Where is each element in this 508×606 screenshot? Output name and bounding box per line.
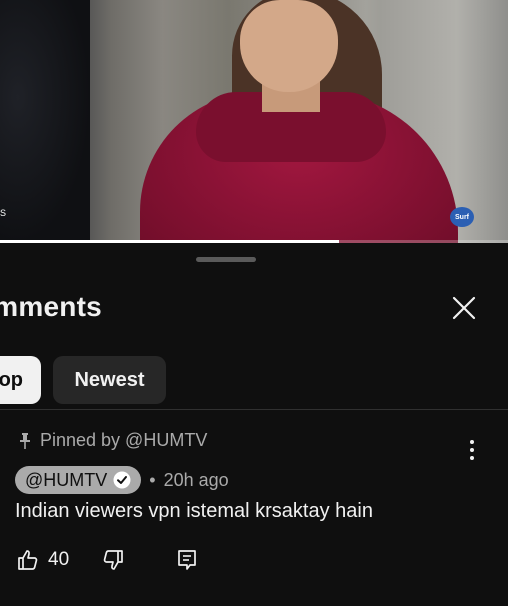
- like-count: 40: [48, 549, 70, 570]
- filter-chip-newest-label: Newest: [74, 368, 145, 391]
- filter-chip-top-label: op: [0, 368, 23, 391]
- comment-separator: •: [149, 469, 156, 490]
- sponsor-logo: Surf: [450, 207, 474, 227]
- author-handle-badge[interactable]: @HUMTV: [15, 466, 142, 494]
- pin-icon: [20, 432, 30, 449]
- more-vertical-icon: [470, 440, 474, 460]
- pinned-label: Pinned by @HUMTV: [40, 430, 208, 450]
- video-frame-background-figure: [0, 0, 90, 243]
- comment-more-button[interactable]: [460, 438, 484, 462]
- comments-sheet: omments op Newest Pinned by @HUMTV @HUM: [0, 243, 508, 606]
- author-handle: @HUMTV: [25, 469, 108, 490]
- pinned-indicator: Pinned by @HUMTV: [18, 430, 207, 451]
- comment-header: @HUMTV • 20h ago: [15, 466, 229, 494]
- divider: [0, 409, 508, 410]
- reply-comment-icon: [178, 550, 196, 570]
- verified-check-icon: [113, 471, 131, 489]
- comment-text: Indian viewers vpn istemal krsaktay hain: [15, 500, 373, 522]
- thumbs-up-icon: [18, 550, 38, 570]
- filter-chip-top[interactable]: op: [0, 356, 41, 404]
- thumbs-down-icon: [103, 550, 123, 570]
- video-player[interactable]: S Surf: [0, 0, 508, 243]
- filter-chip-newest[interactable]: Newest: [53, 356, 166, 404]
- dislike-button[interactable]: [101, 548, 125, 572]
- like-button[interactable]: 40: [16, 548, 69, 572]
- reply-button[interactable]: [175, 548, 199, 572]
- close-icon: [452, 296, 476, 320]
- comment-timestamp: 20h ago: [163, 469, 229, 490]
- video-overlay-text: S: [0, 208, 7, 218]
- comments-title: omments: [0, 291, 102, 322]
- comment-actions: 40: [16, 548, 199, 572]
- sheet-drag-handle[interactable]: [196, 257, 256, 262]
- close-button[interactable]: [448, 292, 480, 324]
- video-frame-face: [240, 0, 338, 92]
